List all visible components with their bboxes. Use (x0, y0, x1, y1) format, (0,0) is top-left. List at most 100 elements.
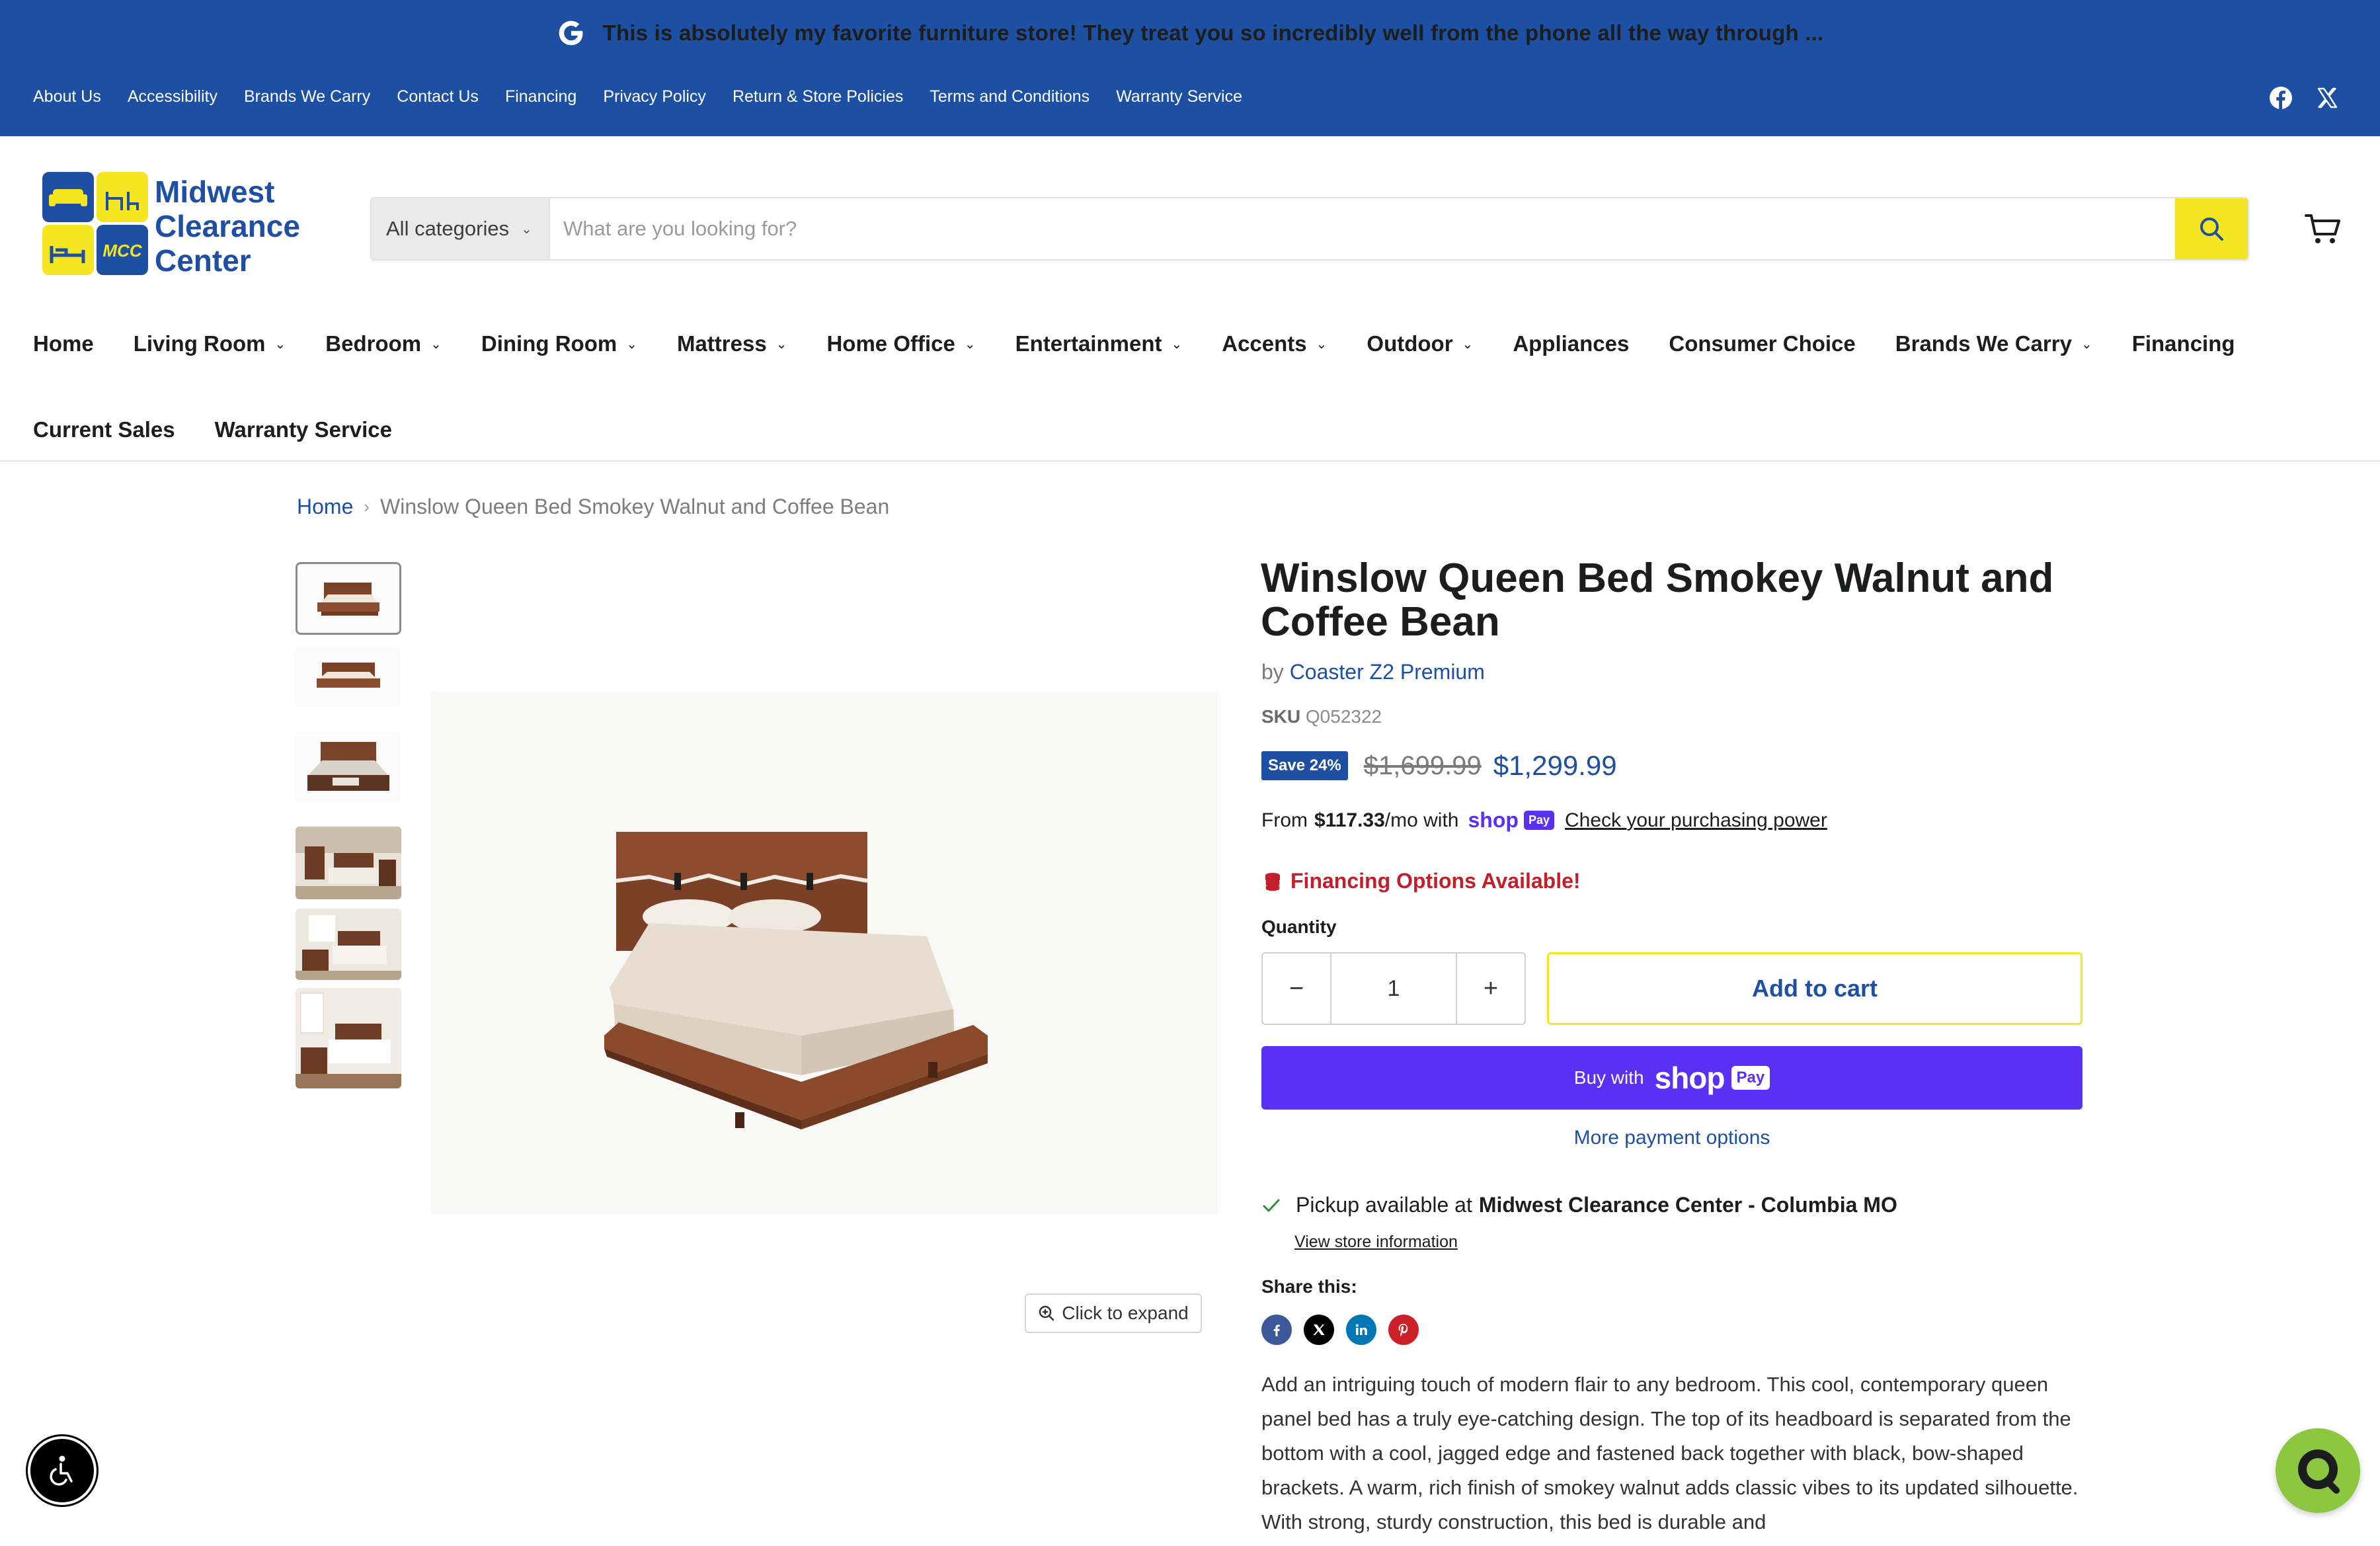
product-sku: SKU Q052322 (1261, 706, 1382, 727)
quantity-decrease-button[interactable]: − (1263, 954, 1330, 1024)
logo-line-2: Clearance (155, 209, 300, 243)
x-icon[interactable] (2315, 86, 2339, 110)
chevron-down-icon: ⌄ (1171, 337, 1183, 352)
social-links (2269, 86, 2339, 110)
product-title: Winslow Queen Bed Smokey Walnut and Coff… (1261, 555, 2054, 645)
nav-item-label: Appliances (1513, 331, 1630, 356)
nav-item-current-sales[interactable]: Current Sales (33, 410, 175, 450)
gallery-thumb-4[interactable] (296, 827, 401, 899)
nav-item-warranty-service[interactable]: Warranty Service (215, 410, 392, 450)
utility-nav: About Us Accessibility Brands We Carry C… (33, 87, 1269, 106)
vendor-link[interactable]: Coaster Z2 Premium (1290, 660, 1485, 684)
share-linkedin-button[interactable] (1346, 1315, 1376, 1345)
share-x-button[interactable] (1304, 1315, 1334, 1345)
view-store-information-link[interactable]: View store information (1294, 1233, 1458, 1252)
utility-link-returns[interactable]: Return & Store Policies (733, 87, 903, 106)
checkmark-icon (1263, 1199, 1280, 1211)
chevron-down-icon: ⌄ (274, 337, 286, 352)
utility-link-about-us[interactable]: About Us (33, 87, 101, 106)
chat-widget-button[interactable] (2276, 1428, 2360, 1513)
gallery-thumb-1[interactable] (296, 562, 401, 635)
nav-item-label: Financing (2131, 331, 2235, 356)
purchasing-power-link[interactable]: Check your purchasing power (1565, 809, 1827, 832)
gallery-thumb-5[interactable] (296, 909, 401, 980)
x-icon (1313, 1324, 1325, 1335)
logo-badge: MCC (102, 241, 142, 261)
gallery-thumb-6[interactable] (296, 988, 401, 1088)
category-select[interactable]: All categories ⌄ (372, 198, 550, 259)
zoom-icon (1039, 1305, 1054, 1321)
utility-link-terms[interactable]: Terms and Conditions (930, 87, 1090, 106)
cart-icon[interactable] (2303, 209, 2343, 249)
buy-with-shop-pay-button[interactable]: Buy with shop Pay (1261, 1046, 2082, 1110)
announcement-bar[interactable]: This is absolutely my favorite furniture… (0, 0, 2380, 66)
chevron-down-icon: ⌄ (1316, 337, 1328, 352)
nav-item-home[interactable]: Home (33, 324, 94, 364)
breadcrumb: Home › Winslow Queen Bed Smokey Walnut a… (297, 495, 889, 519)
shop-pay-badge: Pay (1523, 811, 1554, 830)
nav-item-label: Living Room (133, 331, 266, 356)
utility-link-warranty[interactable]: Warranty Service (1116, 87, 1242, 106)
nav-item-label: Current Sales (33, 417, 175, 442)
nav-item-outdoor[interactable]: Outdoor ⌄ (1367, 324, 1473, 364)
utility-link-financing[interactable]: Financing (505, 87, 576, 106)
share-facebook-button[interactable] (1261, 1315, 1292, 1345)
nav-item-label: Brands We Carry (1895, 331, 2072, 356)
utility-link-accessibility[interactable]: Accessibility (128, 87, 218, 106)
thumbnail-image (298, 564, 399, 633)
gallery-thumb-2[interactable] (296, 648, 401, 708)
nav-item-mattress[interactable]: Mattress ⌄ (677, 324, 787, 364)
nav-item-label: Home (33, 331, 94, 356)
sale-price: $1,299.99 (1493, 750, 1617, 781)
bed-image (431, 692, 1218, 1214)
nav-item-accents[interactable]: Accents ⌄ (1222, 324, 1327, 364)
accessibility-widget-button[interactable] (28, 1436, 97, 1505)
shop-pay-badge: Pay (1731, 1066, 1770, 1090)
nav-item-label: Dining Room (481, 331, 617, 356)
pinterest-icon (1398, 1324, 1408, 1337)
quantity-increase-button[interactable]: + (1457, 954, 1525, 1024)
share-pinterest-button[interactable] (1388, 1315, 1419, 1345)
product-main-image[interactable] (431, 692, 1218, 1214)
accessibility-icon (50, 1455, 73, 1486)
nav-item-brands-we-carry[interactable]: Brands We Carry ⌄ (1895, 324, 2092, 364)
nav-item-appliances[interactable]: Appliances (1513, 324, 1629, 364)
chevron-down-icon: ⌄ (2081, 337, 2092, 352)
financing-link[interactable]: Financing Options Available! (1261, 869, 1581, 893)
nav-item-living-room[interactable]: Living Room ⌄ (134, 324, 286, 364)
utility-link-privacy[interactable]: Privacy Policy (603, 87, 706, 106)
sku-label: SKU (1261, 706, 1301, 727)
nav-item-label: Consumer Choice (1669, 331, 1856, 356)
breadcrumb-home[interactable]: Home (297, 495, 353, 519)
nav-item-financing[interactable]: Financing (2132, 324, 2235, 364)
search-input[interactable] (550, 198, 2175, 259)
utility-link-contact[interactable]: Contact Us (397, 87, 479, 106)
utility-link-brands[interactable]: Brands We Carry (244, 87, 370, 106)
nav-item-dining-room[interactable]: Dining Room ⌄ (481, 324, 637, 364)
nav-item-bedroom[interactable]: Bedroom ⌄ (325, 324, 442, 364)
nav-item-entertainment[interactable]: Entertainment ⌄ (1015, 324, 1183, 364)
price-row: Save 24% $1,699.99 $1,299.99 (1261, 750, 1617, 782)
nav-item-consumer-choice[interactable]: Consumer Choice (1669, 324, 1855, 364)
pickup-prefix: Pickup available at (1296, 1193, 1472, 1217)
nav-item-label: Outdoor (1367, 331, 1453, 356)
nav-item-label: Mattress (676, 331, 767, 356)
nav-divider (0, 460, 2380, 462)
add-to-cart-button[interactable]: Add to cart (1547, 952, 2082, 1025)
thumbnail-image (296, 648, 401, 708)
search-button[interactable] (2175, 198, 2248, 259)
nav-item-home-office[interactable]: Home Office ⌄ (826, 324, 975, 364)
more-payment-options-link[interactable]: More payment options (1261, 1127, 2082, 1149)
nav-item-label: Bedroom (325, 331, 422, 356)
gallery-thumb-3[interactable] (296, 731, 401, 801)
shop-pay-wordmark: shop (1468, 808, 1519, 832)
facebook-icon[interactable] (2269, 86, 2293, 110)
breadcrumb-current: Winslow Queen Bed Smokey Walnut and Coff… (380, 495, 890, 518)
shop-pay-wordmark: shop (1654, 1061, 1726, 1095)
installments-suffix: /mo with (1384, 809, 1459, 831)
buy-with-label: Buy with (1573, 1067, 1644, 1088)
google-icon (559, 20, 583, 46)
store-logo[interactable]: MCC Midwest Clearance Center (42, 172, 320, 278)
click-to-expand-button[interactable]: Click to expand (1025, 1293, 1202, 1333)
quantity-input[interactable]: 1 (1330, 954, 1457, 1024)
